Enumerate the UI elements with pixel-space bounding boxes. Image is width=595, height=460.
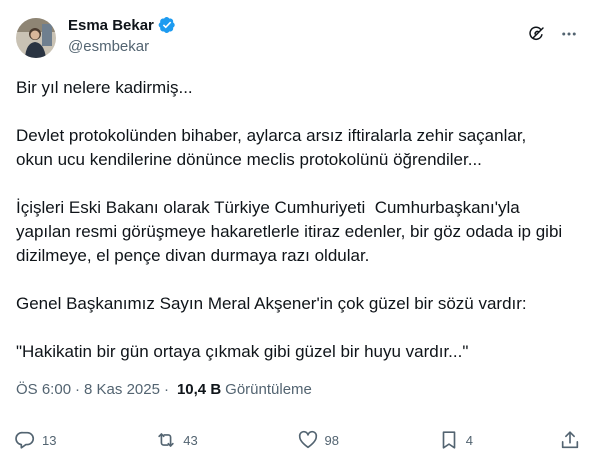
like-button[interactable]: 98	[297, 429, 427, 451]
views-count: 10,4 B	[176, 380, 222, 398]
name-row: Esma Bekar	[68, 14, 176, 36]
post-paragraph: "Hakikatin bir gün ortaya çıkmak gibi gü…	[16, 342, 469, 361]
meta-separator: ·	[75, 380, 81, 398]
bookmark-icon	[442, 431, 456, 449]
repost-count: 43	[183, 432, 198, 448]
bookmark-button[interactable]: 4	[438, 429, 548, 451]
heart-icon	[298, 430, 317, 449]
repost-button[interactable]: 43	[155, 429, 285, 451]
post-paragraph: Devlet protokolünden bihaber, aylarca ar…	[16, 126, 527, 169]
reply-button[interactable]: 13	[14, 429, 144, 451]
action-bar: 13 43 98 4	[14, 426, 581, 454]
verified-badge-icon	[158, 16, 176, 34]
post-text: Bir yıl nelere kadirmiş... Devlet protok…	[16, 76, 581, 364]
like-count: 98	[324, 432, 339, 448]
post-header: Esma Bekar @esmbekar	[16, 14, 579, 62]
views-label: Görüntüleme	[225, 380, 312, 398]
reply-icon	[15, 431, 35, 449]
post-date[interactable]: 8 Kas 2025	[84, 381, 160, 398]
header-actions	[527, 24, 579, 44]
post-meta: ÖS 6:00 · 8 Kas 2025 · 10,4 B Görüntülem…	[16, 378, 312, 400]
author-name[interactable]: Esma Bekar	[68, 17, 154, 34]
avatar[interactable]	[16, 18, 56, 58]
post-time[interactable]: ÖS 6:00	[16, 381, 71, 398]
repost-icon	[158, 433, 174, 447]
grok-icon[interactable]	[527, 24, 547, 44]
post-paragraph: Bir yıl nelere kadirmiş...	[16, 78, 193, 97]
post-paragraph: İçişleri Eski Bakanı olarak Türkiye Cumh…	[16, 198, 563, 265]
reply-count: 13	[42, 432, 57, 448]
bookmark-count: 4	[465, 432, 473, 448]
share-icon	[561, 431, 579, 449]
author-names: Esma Bekar @esmbekar	[68, 14, 176, 55]
more-icon[interactable]	[559, 24, 579, 44]
share-button[interactable]	[559, 429, 581, 451]
post-paragraph: Genel Başkanımız Sayın Meral Akşener'in …	[16, 294, 527, 313]
author-handle[interactable]: @esmbekar	[68, 38, 176, 55]
meta-separator: ·	[163, 380, 169, 398]
